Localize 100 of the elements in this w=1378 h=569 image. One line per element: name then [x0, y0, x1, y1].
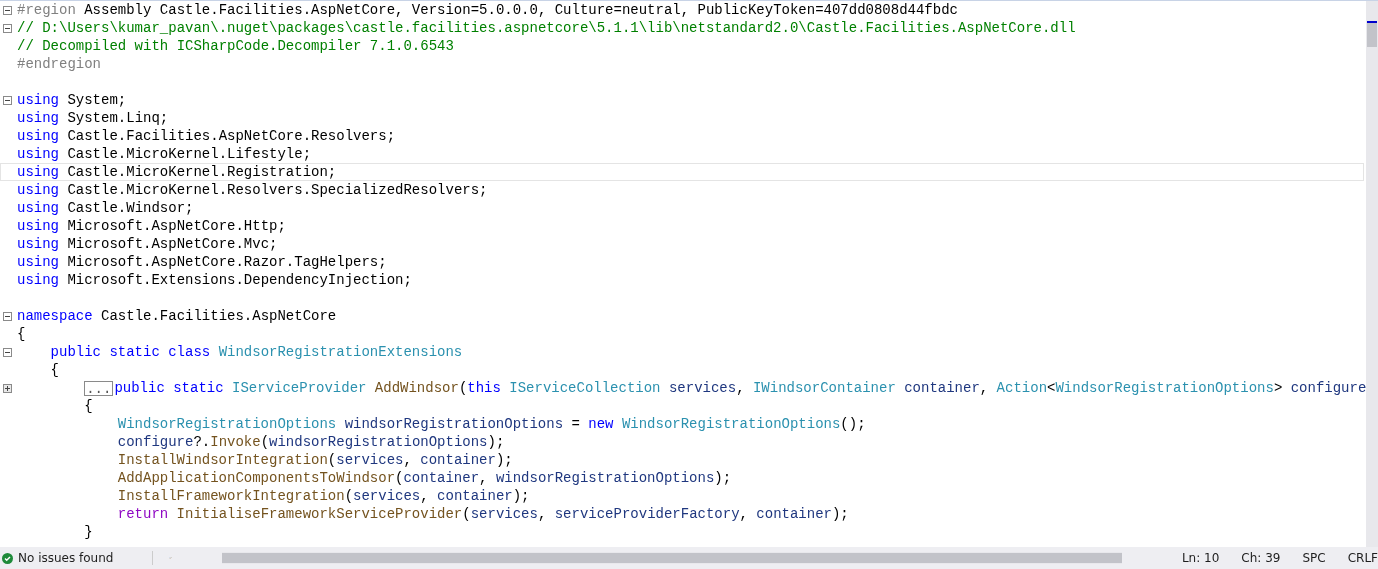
- code-keyword: this: [467, 379, 501, 397]
- code-text: System.Linq;: [66, 109, 169, 127]
- code-method-name: AddApplicationComponentsToWindsor: [117, 469, 396, 487]
- code-method-name: AddWindsor: [373, 379, 459, 397]
- code-text: (: [344, 487, 354, 505]
- collapsed-code-marker[interactable]: ...: [84, 380, 114, 396]
- code-identifier: services: [470, 505, 538, 523]
- collapse-icon[interactable]: [3, 23, 12, 33]
- code-identifier: container: [755, 505, 832, 523]
- column-status[interactable]: Ch: 39: [1241, 551, 1281, 565]
- code-text: Castle.MicroKernel.Resolvers.SpecializedResolvers;: [66, 181, 488, 199]
- code-text: );: [512, 487, 530, 505]
- code-method-name: InstallWindsorIntegration: [117, 451, 328, 469]
- code-keyword: using: [17, 91, 59, 109]
- code-type-name: WindsorRegistrationExtensions: [217, 343, 463, 361]
- code-identifier: container: [903, 379, 980, 397]
- code-text: System;: [66, 91, 127, 109]
- code-text: ,: [420, 487, 429, 505]
- code-keyword: return: [117, 505, 169, 523]
- code-keyword: using: [17, 253, 59, 271]
- code-identifier: container: [403, 469, 480, 487]
- code-keyword: using: [17, 271, 59, 289]
- code-text: {: [50, 361, 59, 379]
- code-identifier: windsorRegistrationOptions: [494, 469, 715, 487]
- code-identifier: services: [667, 379, 737, 397]
- code-identifier: container: [419, 451, 496, 469]
- code-type-name: WindsorRegistrationOptions: [1055, 379, 1274, 397]
- code-text: ,: [403, 451, 412, 469]
- code-text: Assembly Castle.Facilities.AspNetCore, Version=5.0.0.0, Culture=neutral, PublicKeyToken=407dd0808d44fbdc: [83, 1, 958, 19]
- code-text: =: [570, 415, 580, 433]
- code-method-name: Invoke: [210, 433, 261, 451]
- whitespace-status[interactable]: SPC: [1302, 551, 1326, 565]
- code-text: (: [395, 469, 404, 487]
- code-text: ,: [979, 379, 989, 397]
- code-type-name: IServiceProvider: [231, 379, 367, 397]
- code-keyword: using: [17, 163, 59, 181]
- code-text: ,: [736, 379, 745, 397]
- code-text: <: [1047, 379, 1056, 397]
- code-comment: // D:\Users\kumar_pavan\.nuget\packages\castle.facilities.aspnetcore\5.1.1\lib\netstandard2.0\Castle.Facilities.AspNetCore.dll: [17, 19, 1076, 37]
- collapse-icon[interactable]: [3, 347, 12, 357]
- code-text: Castle.MicroKernel.Lifestyle;: [66, 145, 312, 163]
- code-text: (: [462, 505, 471, 523]
- code-text: Castle.Windsor;: [66, 199, 194, 217]
- vertical-scrollbar[interactable]: [1366, 1, 1378, 547]
- code-keyword: using: [17, 235, 59, 253]
- line-ending-status[interactable]: CRLF: [1347, 551, 1378, 565]
- code-keyword: using: [17, 109, 59, 127]
- code-method-name: InitialiseFrameworkServiceProvider: [175, 505, 463, 523]
- code-directive: #region: [17, 1, 76, 19]
- code-keyword: using: [17, 145, 59, 163]
- code-text: ();: [840, 415, 866, 433]
- code-keyword: using: [17, 127, 59, 145]
- code-text: );: [714, 469, 732, 487]
- code-identifier: configure: [117, 433, 194, 451]
- code-keyword: public static class: [50, 343, 211, 361]
- code-identifier: services: [336, 451, 404, 469]
- code-comment: // Decompiled with ICSharpCode.Decompiler 7.1.0.6543: [17, 37, 454, 55]
- code-keyword: using: [17, 181, 59, 199]
- code-type-name: IServiceCollection: [508, 379, 661, 397]
- code-keyword: using: [17, 217, 59, 235]
- code-type-name: IWindsorContainer: [751, 379, 896, 397]
- code-text: Castle.MicroKernel.Registration;: [66, 163, 337, 181]
- code-identifier: container: [436, 487, 513, 505]
- code-text: Castle.Facilities.AspNetCore: [100, 307, 337, 325]
- code-text: (: [458, 379, 468, 397]
- code-text: Microsoft.AspNetCore.Mvc;: [66, 235, 278, 253]
- code-identifier: serviceProviderFactory: [553, 505, 740, 523]
- code-keyword: namespace: [17, 307, 93, 325]
- code-text: {: [84, 397, 93, 415]
- code-text: ,: [537, 505, 547, 523]
- code-text: Microsoft.AspNetCore.Razor.TagHelpers;: [66, 253, 387, 271]
- collapse-icon[interactable]: [3, 5, 12, 15]
- code-method-name: InstallFrameworkIntegration: [117, 487, 345, 505]
- code-identifier: configure: [1289, 379, 1366, 397]
- code-type-name: Action: [995, 379, 1048, 397]
- code-text: ,: [739, 505, 748, 523]
- code-directive: #endregion: [17, 55, 101, 73]
- code-type-name: WindsorRegistrationOptions: [620, 415, 841, 433]
- check-icon: [2, 552, 13, 564]
- issues-status[interactable]: No issues found: [18, 551, 114, 565]
- code-text: }: [84, 523, 93, 541]
- line-number-status[interactable]: Ln: 10: [1181, 551, 1220, 565]
- code-keyword: using: [17, 199, 59, 217]
- code-text: Castle.Facilities.AspNetCore.Resolvers;: [66, 127, 396, 145]
- code-text: Microsoft.AspNetCore.Http;: [66, 217, 286, 235]
- code-keyword: new: [587, 415, 614, 433]
- collapse-icon[interactable]: [3, 311, 12, 321]
- code-text: (: [327, 451, 337, 469]
- code-keyword: public static: [114, 379, 224, 397]
- horizontal-scrollbar[interactable]: [221, 552, 1122, 564]
- code-text: );: [487, 433, 505, 451]
- collapse-icon[interactable]: [3, 95, 12, 105]
- code-identifier: windsorRegistrationOptions: [269, 433, 488, 451]
- expand-icon[interactable]: [3, 383, 12, 393]
- code-identifier: services: [353, 487, 421, 505]
- code-identifier: windsorRegistrationOptions: [343, 415, 564, 433]
- code-text: {: [17, 325, 26, 343]
- code-type-name: WindsorRegistrationOptions: [117, 415, 337, 433]
- code-text: Microsoft.Extensions.DependencyInjection;: [66, 271, 412, 289]
- code-text: (: [260, 433, 270, 451]
